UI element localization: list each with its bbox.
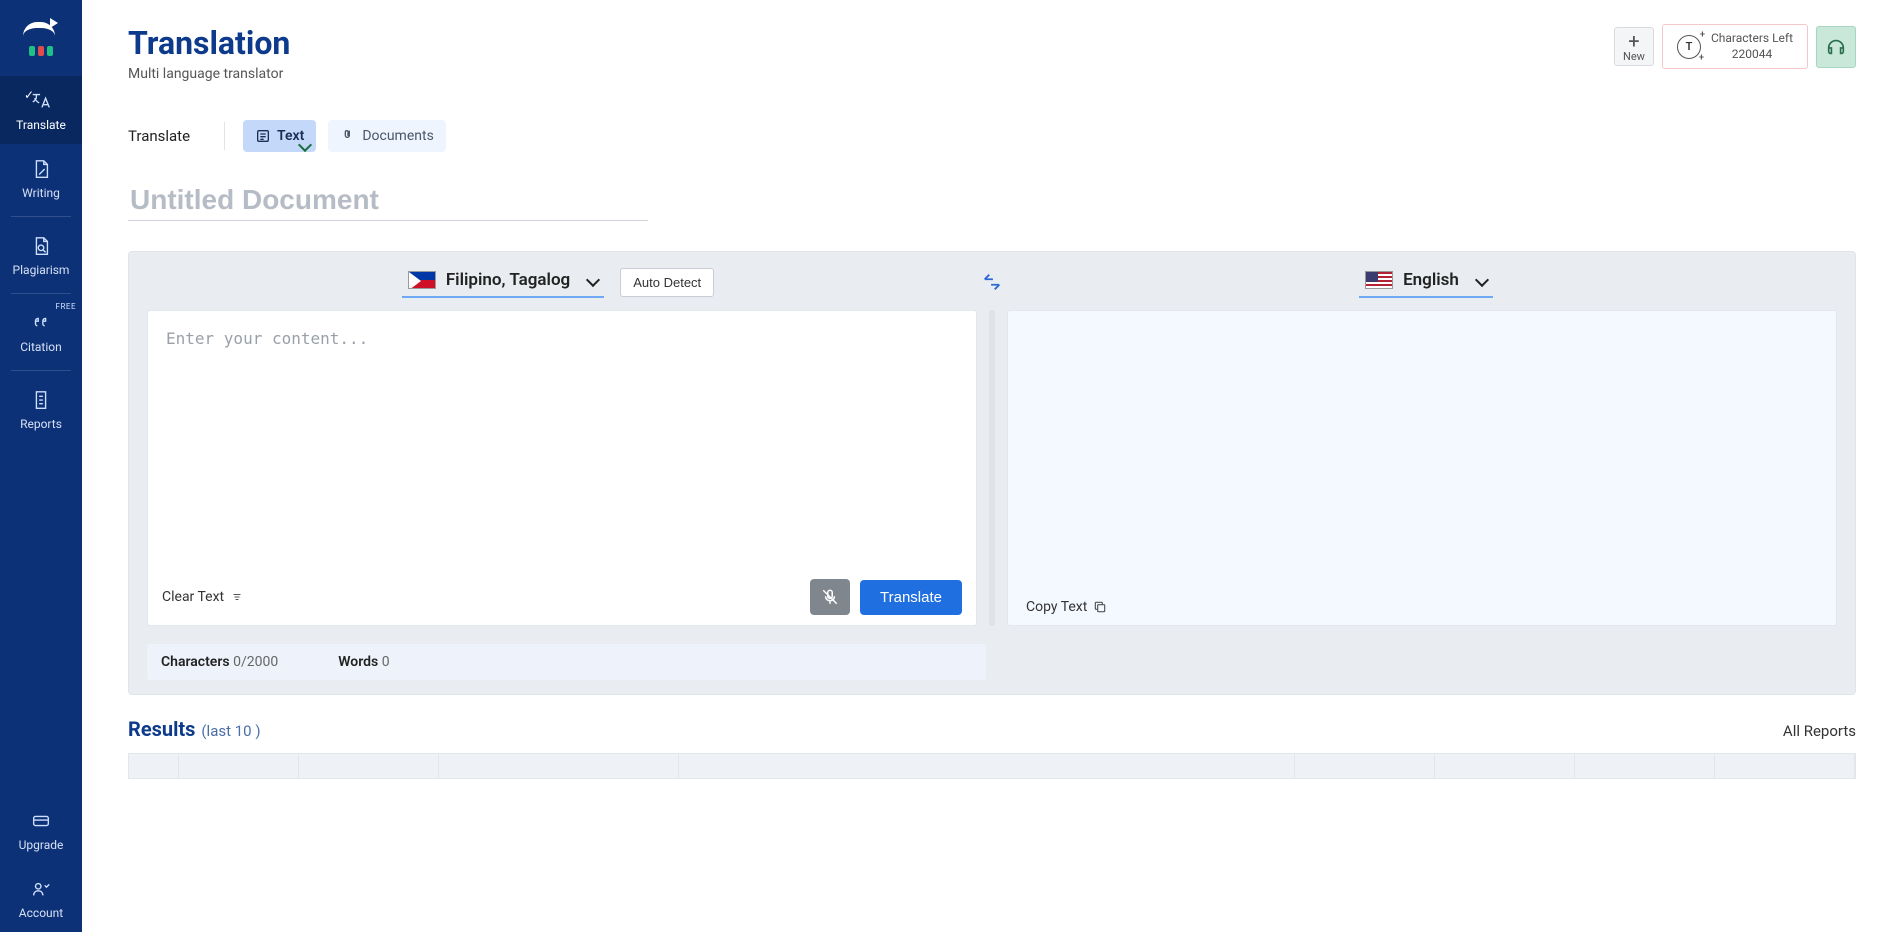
tab-documents[interactable]: Documents xyxy=(328,120,445,152)
results-title: Results xyxy=(128,717,195,741)
characters-value: 0/2000 xyxy=(233,654,278,670)
source-text-box: Clear Text Translate xyxy=(147,310,977,626)
translate-button[interactable]: Translate xyxy=(860,580,962,615)
reports-icon xyxy=(30,389,52,411)
translate-icon xyxy=(30,90,52,112)
characters-left-label: Characters Left xyxy=(1711,31,1793,47)
attachment-icon xyxy=(340,128,356,144)
sidebar-item-label: Reports xyxy=(20,417,62,431)
headset-icon xyxy=(1825,36,1847,58)
characters-label: Characters xyxy=(161,654,230,670)
swap-icon xyxy=(979,271,1005,293)
tab-text-label: Text xyxy=(277,128,304,144)
results-table xyxy=(128,753,1856,779)
flag-ph-icon xyxy=(408,271,436,289)
new-button[interactable]: + New xyxy=(1614,27,1654,66)
flag-us-icon xyxy=(1365,271,1393,289)
microphone-button[interactable] xyxy=(810,579,850,615)
words-value: 0 xyxy=(382,654,390,670)
results-subtitle: (last 10 ) xyxy=(201,722,260,740)
all-reports-link[interactable]: All Reports xyxy=(1783,722,1856,740)
target-language-select[interactable]: English xyxy=(1359,266,1493,298)
section-label: Translate xyxy=(128,121,190,151)
sidebar-item-label: Plagiarism xyxy=(13,263,70,277)
copy-text-label: Copy Text xyxy=(1026,599,1087,615)
sidebar-item-reports[interactable]: Reports xyxy=(0,375,82,443)
source-language-select[interactable]: Filipino, Tagalog xyxy=(402,266,604,298)
writing-icon xyxy=(30,158,52,180)
table-header-cell xyxy=(1435,754,1575,778)
text-icon xyxy=(255,128,271,144)
sidebar-item-account[interactable]: Account xyxy=(0,864,82,932)
swap-languages-button[interactable] xyxy=(977,271,1007,293)
sidebar: Translate Writing Plagiarism FREE Citati… xyxy=(0,0,82,932)
source-text-input[interactable] xyxy=(148,311,976,571)
upgrade-icon xyxy=(30,810,52,832)
source-language-label: Filipino, Tagalog xyxy=(446,270,570,290)
new-button-label: New xyxy=(1623,50,1645,63)
page-title: Translation xyxy=(128,24,290,62)
account-icon xyxy=(30,878,52,900)
citation-icon xyxy=(30,312,52,334)
table-header-cell xyxy=(1715,754,1855,778)
table-header-cell xyxy=(1575,754,1715,778)
auto-detect-button[interactable]: Auto Detect xyxy=(620,268,714,297)
sidebar-item-plagiarism[interactable]: Plagiarism xyxy=(0,221,82,289)
sidebar-item-label: Account xyxy=(19,906,63,920)
page-subtitle: Multi language translator xyxy=(128,66,290,82)
characters-icon: T xyxy=(1677,35,1701,59)
sidebar-item-label: Writing xyxy=(22,186,60,200)
copy-icon xyxy=(1093,600,1107,614)
target-text-box: Copy Text xyxy=(1007,310,1837,626)
words-label: Words xyxy=(338,654,378,670)
sidebar-item-label: Upgrade xyxy=(19,838,64,852)
sidebar-item-upgrade[interactable]: Upgrade xyxy=(0,796,82,864)
chevron-down-icon xyxy=(1475,273,1489,287)
free-badge: FREE xyxy=(56,302,76,311)
main-content: Translation Multi language translator + … xyxy=(82,0,1898,932)
target-language-label: English xyxy=(1403,270,1459,290)
app-logo xyxy=(23,22,59,58)
sidebar-item-label: Translate xyxy=(16,118,66,132)
table-header-cell xyxy=(179,754,299,778)
sidebar-item-label: Citation xyxy=(20,340,62,354)
document-title-input[interactable] xyxy=(128,180,648,221)
characters-left-box[interactable]: T Characters Left 220044 xyxy=(1662,24,1808,69)
target-text-output xyxy=(1008,311,1836,591)
clear-text-label: Clear Text xyxy=(162,589,224,605)
tab-documents-label: Documents xyxy=(362,128,433,144)
stats-bar: Characters 0/2000 Words 0 xyxy=(147,644,986,680)
plagiarism-icon xyxy=(30,235,52,257)
sidebar-item-writing[interactable]: Writing xyxy=(0,144,82,212)
clear-text-button[interactable]: Clear Text xyxy=(162,589,244,605)
clear-icon xyxy=(230,591,244,603)
table-header-cell xyxy=(129,754,179,778)
tab-text[interactable]: Text xyxy=(243,120,316,152)
separator xyxy=(224,122,225,150)
characters-left-value: 220044 xyxy=(1711,47,1793,63)
divider xyxy=(989,310,995,626)
table-header-cell xyxy=(439,754,679,778)
table-header-cell xyxy=(1295,754,1435,778)
plus-icon: + xyxy=(1623,32,1645,50)
sidebar-item-citation[interactable]: FREE Citation xyxy=(0,298,82,366)
table-header-cell xyxy=(679,754,1295,778)
sidebar-item-translate[interactable]: Translate xyxy=(0,76,82,144)
translator-panel: Filipino, Tagalog Auto Detect English xyxy=(128,251,1856,695)
copy-text-button[interactable]: Copy Text xyxy=(1022,599,1107,615)
microphone-off-icon xyxy=(821,588,839,606)
support-button[interactable] xyxy=(1816,26,1856,68)
chevron-down-icon xyxy=(586,273,600,287)
table-header-cell xyxy=(299,754,439,778)
